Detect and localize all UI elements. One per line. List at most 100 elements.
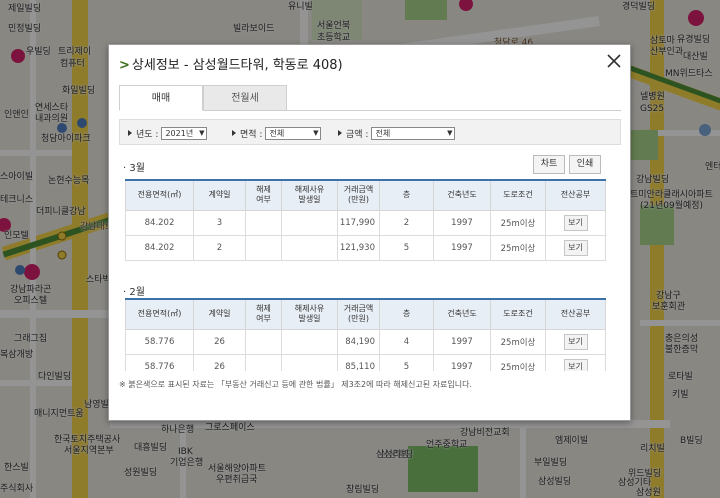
cell-cancel-date — [281, 328, 338, 355]
col-header-road: 도로조건 — [490, 179, 546, 211]
price-select-value: 전체 — [375, 128, 391, 138]
dialog-title-bar: > 상세정보 - 삼성월드타워, 학동로 408) — [109, 45, 630, 79]
cell-price: 121,930 — [337, 234, 380, 261]
dialog-title: > 상세정보 - 삼성월드타워, 학동로 408) — [119, 54, 343, 73]
cell-area: 84.202 — [125, 209, 194, 236]
cell-contract-day: 2 — [193, 234, 246, 261]
table-row: 84.202 2 121,930 5 1997 25m이상 보기 — [125, 234, 606, 261]
cell-registry: 보기 — [545, 209, 606, 236]
month-heading: · 3월 — [123, 163, 145, 174]
footnote: ※ 붉은색으로 표시된 자료는 「부동산 거래신고 등에 관한 법률」 제3조2… — [119, 380, 472, 389]
cell-floor: 2 — [379, 209, 434, 236]
table-row: 58.776 26 85,110 5 1997 25m이상 보기 — [125, 353, 606, 371]
col-header-cancel-date: 해제사유 발생일 — [281, 298, 338, 330]
triangle-bullet-icon — [338, 130, 342, 136]
col-header-registry: 전산공부 — [545, 179, 606, 211]
title-chevron-icon: > — [119, 58, 130, 73]
col-header-build-year: 건축년도 — [433, 179, 491, 211]
cell-road: 25m이상 — [490, 209, 546, 236]
chart-button[interactable]: 차트 — [533, 155, 565, 174]
cell-price: 84,190 — [337, 328, 380, 355]
transaction-table-february: 전용면적(㎡) 계약일 해제 여부 해제사유 발생일 거래금액 (만원) 층 건축년도… — [125, 298, 606, 371]
cell-floor: 5 — [379, 353, 434, 371]
cell-cancel-date — [281, 234, 338, 261]
col-header-floor: 층 — [379, 179, 434, 211]
area-select[interactable]: 전체 ▼ — [265, 126, 322, 140]
area-filter-label: 면적 : — [240, 129, 263, 140]
col-header-area: 전용면적(㎡) — [125, 298, 194, 330]
view-button[interactable]: 보기 — [563, 239, 588, 256]
cell-build-year: 1997 — [433, 234, 491, 261]
col-header-floor: 층 — [379, 298, 434, 330]
table-header-row: 전용면적(㎡) 계약일 해제 여부 해제사유 발생일 거래금액 (만원) 층 건축년도… — [125, 179, 606, 211]
chevron-down-icon: ▼ — [199, 129, 205, 137]
col-header-contract-day: 계약일 — [193, 179, 246, 211]
cell-cancelled — [245, 353, 282, 371]
triangle-bullet-icon — [232, 130, 236, 136]
year-select-value: 2021년 — [165, 128, 194, 138]
col-header-cancelled: 해제 여부 — [245, 298, 282, 330]
view-button[interactable]: 보기 — [563, 358, 588, 371]
cell-area: 58.776 — [125, 353, 194, 371]
cell-price: 117,990 — [337, 209, 380, 236]
year-filter: 년도 : 2021년 ▼ — [128, 126, 208, 140]
cell-floor: 5 — [379, 234, 434, 261]
area-filter: 면적 : 전체 ▼ — [232, 126, 322, 140]
tab-sale[interactable]: 매매 — [119, 85, 203, 111]
table-row: 58.776 26 84,190 4 1997 25m이상 보기 — [125, 328, 606, 355]
cell-cancel-date — [281, 353, 338, 371]
col-header-registry: 전산공부 — [545, 298, 606, 330]
col-header-build-year: 건축년도 — [433, 298, 491, 330]
table-header-row: 전용면적(㎡) 계약일 해제 여부 해제사유 발생일 거래금액 (만원) 층 건축년도… — [125, 298, 606, 330]
filter-bar: 년도 : 2021년 ▼ 면적 : 전체 ▼ 금액 : 전체 ▼ — [119, 119, 621, 145]
cell-cancelled — [245, 328, 282, 355]
year-filter-label: 년도 : — [136, 129, 159, 140]
col-header-road: 도로조건 — [490, 298, 546, 330]
price-select[interactable]: 전체 ▼ — [371, 126, 456, 140]
cell-build-year: 1997 — [433, 353, 491, 371]
cell-registry: 보기 — [545, 234, 606, 261]
cell-road: 25m이상 — [490, 353, 546, 371]
view-button[interactable]: 보기 — [563, 333, 588, 350]
col-header-area: 전용면적(㎡) — [125, 179, 194, 211]
chevron-down-icon: ▼ — [313, 129, 319, 137]
cell-price: 85,110 — [337, 353, 380, 371]
cell-cancelled — [245, 209, 282, 236]
year-select[interactable]: 2021년 ▼ — [161, 126, 208, 140]
transaction-table-march: 전용면적(㎡) 계약일 해제 여부 해제사유 발생일 거래금액 (만원) 층 건축년도… — [125, 179, 606, 261]
cell-build-year: 1997 — [433, 209, 491, 236]
month-heading: · 2월 — [123, 287, 145, 298]
cell-cancelled — [245, 234, 282, 261]
col-header-price: 거래금액 (만원) — [337, 298, 380, 330]
cell-area: 58.776 — [125, 328, 194, 355]
cell-contract-day: 26 — [193, 328, 246, 355]
cell-registry: 보기 — [545, 328, 606, 355]
close-icon — [607, 54, 621, 68]
cell-road: 25m이상 — [490, 234, 546, 261]
detail-dialog: > 상세정보 - 삼성월드타워, 학동로 408) 매매 전월세 년도 : 202… — [108, 44, 631, 421]
cell-floor: 4 — [379, 328, 434, 355]
col-header-price: 거래금액 (만원) — [337, 179, 380, 211]
close-button[interactable] — [604, 51, 624, 71]
price-filter: 금액 : 전체 ▼ — [338, 126, 456, 140]
cell-cancel-date — [281, 209, 338, 236]
cell-contract-day: 26 — [193, 353, 246, 371]
transaction-list[interactable]: · 3월 차트 인쇄 전용면적(㎡) 계약일 해제 여부 해제사유 발생일 거래금액… — [119, 149, 621, 371]
tab-rent[interactable]: 전월세 — [203, 85, 287, 111]
view-button[interactable]: 보기 — [563, 214, 588, 231]
area-select-value: 전체 — [269, 128, 285, 138]
table-row: 84.202 3 117,990 2 1997 25m이상 보기 — [125, 209, 606, 236]
dialog-title-text: 상세정보 - 삼성월드타워, 학동로 408) — [131, 58, 343, 73]
col-header-cancelled: 해제 여부 — [245, 179, 282, 211]
chevron-down-icon: ▼ — [447, 129, 453, 137]
col-header-cancel-date: 해제사유 발생일 — [281, 179, 338, 211]
cell-registry: 보기 — [545, 353, 606, 371]
price-filter-label: 금액 : — [346, 129, 369, 140]
cell-contract-day: 3 — [193, 209, 246, 236]
cell-road: 25m이상 — [490, 328, 546, 355]
print-button[interactable]: 인쇄 — [569, 155, 601, 174]
cell-area: 84.202 — [125, 234, 194, 261]
cell-build-year: 1997 — [433, 328, 491, 355]
col-header-contract-day: 계약일 — [193, 298, 246, 330]
tab-bar: 매매 전월세 — [119, 85, 621, 111]
